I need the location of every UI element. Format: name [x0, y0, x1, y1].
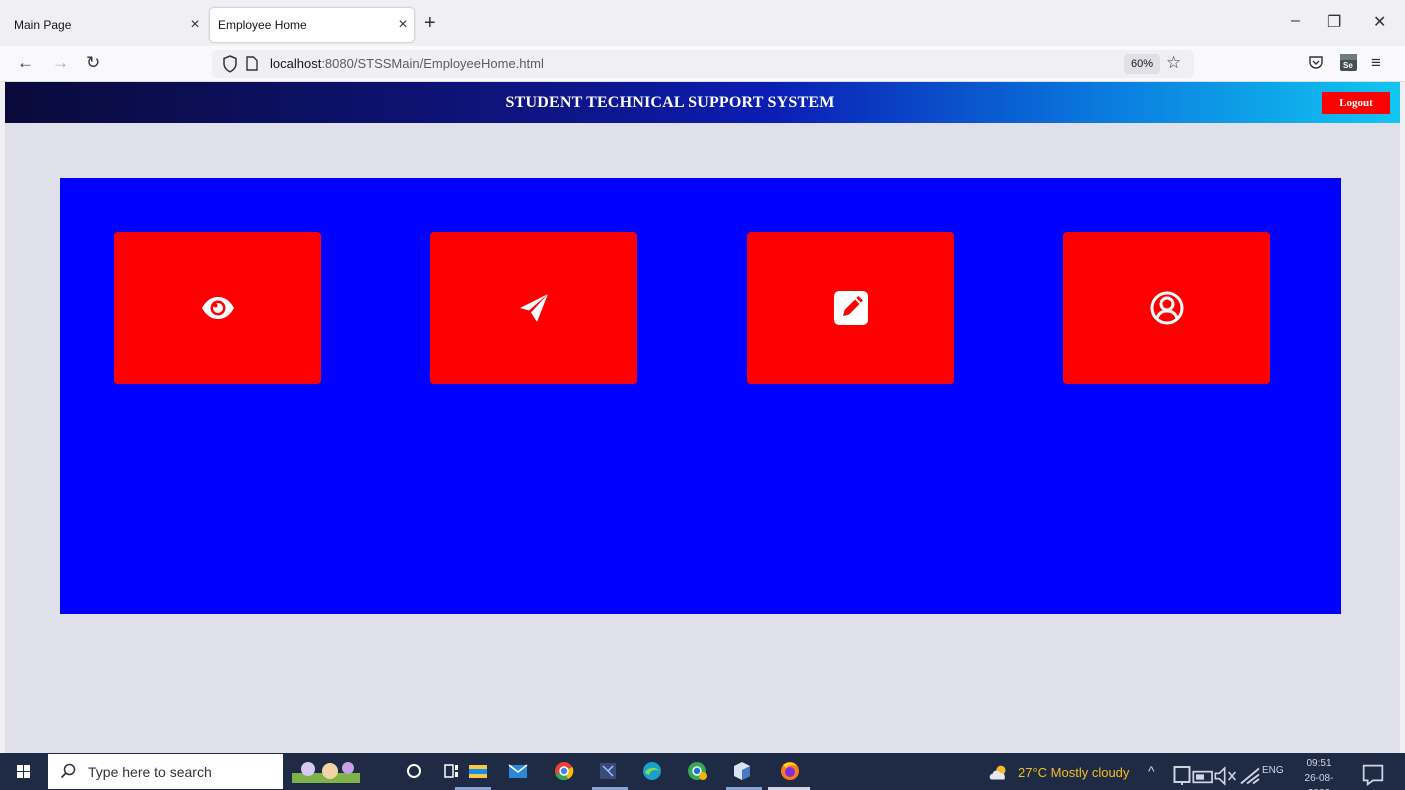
windows-start-icon[interactable] — [0, 753, 48, 790]
zoom-level-badge[interactable]: 60% — [1124, 54, 1161, 74]
chevron-up-icon[interactable]: ^ — [1148, 763, 1155, 779]
restore-icon[interactable]: ❐ — [1327, 12, 1341, 32]
bookmark-star-icon[interactable]: ☆ — [1166, 53, 1181, 73]
paper-plane-icon — [519, 294, 548, 322]
language-indicator[interactable]: ENG — [1262, 765, 1284, 776]
close-tab-icon[interactable]: × — [392, 16, 414, 34]
new-tab-plus-icon[interactable]: + — [424, 12, 436, 35]
tab-main-page[interactable]: Main Page × — [6, 8, 206, 42]
edit-icon — [833, 291, 868, 325]
page-icon[interactable] — [246, 56, 258, 71]
meet-now-icon[interactable] — [1170, 764, 1194, 788]
snipping-tool-icon[interactable] — [596, 759, 620, 783]
address-bar[interactable]: localhost:8080/STSSMain/EmployeeHome.htm… — [212, 50, 1194, 78]
task-view-icon[interactable] — [440, 759, 464, 783]
search-icon — [60, 763, 76, 779]
tab-title: Main Page — [14, 18, 72, 32]
taskbar-clock[interactable]: 09:51 26-08-2022 — [1294, 756, 1344, 790]
url-path: :8080/STSSMain/EmployeeHome.html — [321, 56, 544, 71]
chrome-profile-icon[interactable] — [685, 759, 709, 783]
news-illustration-icon[interactable] — [290, 759, 362, 783]
wifi-icon[interactable] — [1238, 764, 1262, 788]
firefox-icon[interactable] — [778, 759, 802, 783]
file-explorer-icon[interactable] — [466, 759, 490, 783]
pocket-icon[interactable] — [1308, 54, 1324, 70]
cortana-icon[interactable] — [402, 759, 426, 783]
logout-button[interactable]: Logout — [1322, 92, 1390, 114]
weather-text[interactable]: 27°C Mostly cloudy — [1018, 765, 1129, 780]
svg-text:Se: Se — [1343, 61, 1353, 70]
mail-icon[interactable] — [506, 759, 530, 783]
page-content: STUDENT TECHNICAL SUPPORT SYSTEM Logout — [5, 82, 1400, 753]
chrome-icon[interactable] — [552, 759, 576, 783]
notification-icon[interactable] — [1361, 763, 1385, 787]
windows-taskbar: Type here to search 27°C Mostly cloudy ^… — [0, 753, 1405, 790]
url-host: localhost — [270, 56, 322, 71]
browser-tab-bar: Main Page × Employee Home × + – ❐ ✕ — [0, 0, 1405, 46]
site-title: STUDENT TECHNICAL SUPPORT SYSTEM — [505, 94, 835, 111]
url-text[interactable]: localhost:8080/STSSMain/EmployeeHome.htm… — [270, 56, 544, 71]
clock-time: 09:51 — [1306, 758, 1332, 769]
taskbar-search-box[interactable]: Type here to search — [48, 754, 283, 789]
site-header: STUDENT TECHNICAL SUPPORT SYSTEM Logout — [5, 82, 1400, 123]
user-circle-icon — [1150, 291, 1183, 325]
minimize-icon[interactable]: – — [1291, 12, 1300, 30]
battery-icon[interactable] — [1192, 765, 1216, 789]
browser-nav-bar: ← → ↻ localhost:8080/STSSMain/EmployeeHo… — [0, 46, 1405, 82]
volume-muted-icon[interactable] — [1214, 764, 1238, 788]
shield-icon[interactable] — [222, 55, 238, 73]
search-placeholder: Type here to search — [88, 764, 212, 780]
forward-arrow-icon[interactable]: → — [52, 53, 69, 73]
clock-date: 26-08-2022 — [1304, 773, 1334, 790]
edit-card[interactable] — [747, 232, 954, 384]
back-arrow-icon[interactable]: ← — [17, 53, 34, 73]
close-tab-icon[interactable]: × — [184, 16, 206, 34]
cloud-weather-icon[interactable] — [988, 761, 1012, 785]
edge-icon[interactable] — [640, 759, 664, 783]
close-window-icon[interactable]: ✕ — [1373, 12, 1386, 32]
tab-title: Employee Home — [218, 18, 307, 32]
view-card[interactable] — [114, 232, 321, 384]
tab-employee-home[interactable]: Employee Home × — [210, 8, 414, 42]
eye-icon — [201, 297, 234, 319]
box-app-icon[interactable] — [730, 759, 754, 783]
menu-hamburger-icon[interactable]: ≡ — [1371, 53, 1381, 73]
profile-card[interactable] — [1063, 232, 1270, 384]
send-card[interactable] — [430, 232, 637, 384]
reload-icon[interactable]: ↻ — [86, 53, 100, 73]
dashboard-panel — [60, 178, 1341, 614]
selenium-extension-icon[interactable]: Se — [1340, 54, 1357, 71]
